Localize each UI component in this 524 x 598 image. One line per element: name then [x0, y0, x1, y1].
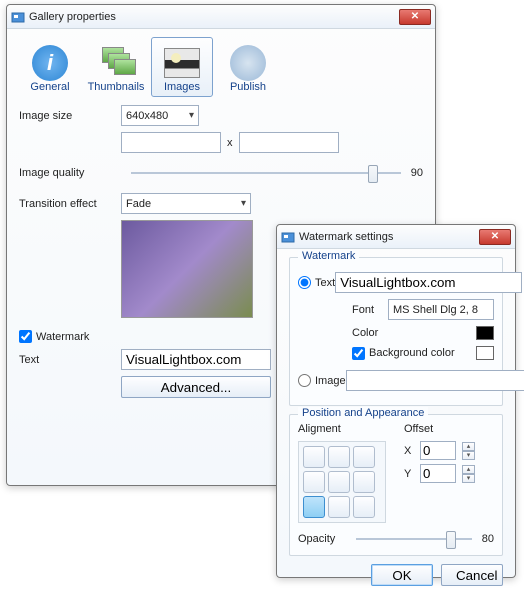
tabbar: iGeneral Thumbnails Images Publish [19, 37, 423, 97]
font-field[interactable]: MS Shell Dlg 2, 8 [388, 299, 494, 320]
text-label: Text [19, 354, 121, 366]
watermark-checkbox[interactable]: Watermark [19, 330, 89, 343]
align-bl[interactable] [303, 496, 325, 518]
offset-x-spinner[interactable]: ▴▾ [462, 442, 475, 460]
align-br[interactable] [353, 496, 375, 518]
image-size-label: Image size [19, 110, 121, 122]
opacity-slider[interactable] [356, 538, 472, 540]
offset-x-input[interactable] [420, 441, 456, 460]
quality-slider[interactable] [131, 172, 401, 174]
bg-color-checkbox[interactable]: Background color [352, 347, 455, 360]
align-ml[interactable] [303, 471, 325, 493]
close-button[interactable]: ✕ [399, 9, 431, 25]
watermark-titlebar: Watermark settings ✕ [277, 225, 515, 249]
watermark-text[interactable] [335, 272, 522, 293]
tab-general[interactable]: iGeneral [19, 37, 81, 97]
x-label: X [404, 445, 414, 457]
align-tl[interactable] [303, 446, 325, 468]
height-input[interactable] [239, 132, 339, 153]
align-tr[interactable] [353, 446, 375, 468]
watermark-window: Watermark settings ✕ Watermark Text Font… [276, 224, 516, 578]
image-radio[interactable]: Image [298, 374, 346, 387]
cancel-button[interactable]: Cancel [441, 564, 503, 586]
font-label: Font [352, 304, 382, 316]
color-label: Color [352, 327, 382, 339]
tab-publish[interactable]: Publish [217, 37, 279, 97]
watermark-group: Watermark Text Font MS Shell Dlg 2, 8 Co… [289, 257, 503, 406]
gallery-title: Gallery properties [29, 11, 399, 23]
transition-preview [121, 220, 253, 318]
offset-label: Offset [404, 423, 475, 435]
close-button[interactable]: ✕ [479, 229, 511, 245]
transition-label: Transition effect [19, 198, 121, 210]
alignment-grid [298, 441, 386, 523]
align-mc[interactable] [328, 471, 350, 493]
ok-button[interactable]: OK [371, 564, 433, 586]
app-icon [11, 10, 25, 24]
color-swatch[interactable] [476, 326, 494, 340]
tab-thumbnails[interactable]: Thumbnails [85, 37, 147, 97]
opacity-value: 80 [482, 533, 494, 545]
offset-y-input[interactable] [420, 464, 456, 483]
text-radio[interactable]: Text [298, 276, 335, 289]
width-input[interactable] [121, 132, 221, 153]
image-path-input[interactable] [346, 370, 524, 391]
bg-color-swatch[interactable] [476, 346, 494, 360]
x-label: x [227, 137, 233, 149]
transition-select[interactable]: Fade [121, 193, 251, 214]
offset-y-spinner[interactable]: ▴▾ [462, 465, 475, 483]
watermark-title: Watermark settings [299, 231, 479, 243]
position-group: Position and Appearance Aligment Offset … [289, 414, 503, 556]
watermark-text-input[interactable] [121, 349, 271, 370]
advanced-button[interactable]: Advanced... [121, 376, 271, 398]
app-icon [281, 230, 295, 244]
quality-value: 90 [411, 167, 423, 179]
align-bc[interactable] [328, 496, 350, 518]
opacity-label: Opacity [298, 533, 346, 545]
tab-images[interactable]: Images [151, 37, 213, 97]
align-mr[interactable] [353, 471, 375, 493]
image-size-select[interactable]: 640x480 [121, 105, 199, 126]
align-tc[interactable] [328, 446, 350, 468]
gallery-titlebar: Gallery properties ✕ [7, 5, 435, 29]
alignment-label: Aligment [298, 423, 386, 435]
y-label: Y [404, 468, 414, 480]
quality-label: Image quality [19, 167, 121, 179]
